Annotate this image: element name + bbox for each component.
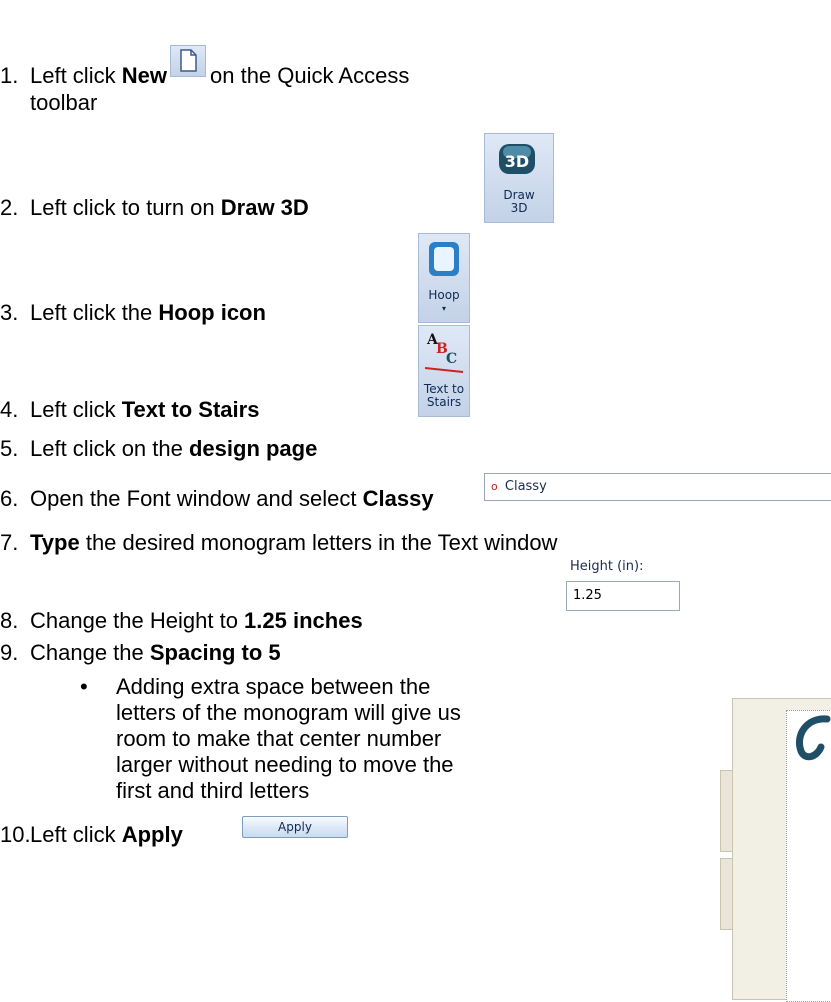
step-9-text: Change the Spacing to 5 [30, 640, 281, 665]
hoop-label: Hoop [428, 288, 460, 302]
step-6-text: Open the Font window and select Classy [30, 486, 434, 511]
height-input[interactable]: 1.25 [566, 581, 680, 611]
step-1-continuation: toolbar [30, 90, 98, 115]
step-number: 7. [0, 530, 19, 555]
bullet-line: first and third letters [116, 778, 310, 803]
step-number: 9. [0, 640, 19, 665]
step-8-text: Change the Height to 1.25 inches [30, 608, 363, 633]
chevron-down-icon: ▾ [441, 304, 446, 313]
svg-text:C: C [446, 351, 457, 367]
step-1-text-post: on the Quick Access [210, 63, 410, 88]
bullet-line: larger without needing to move the [116, 752, 454, 777]
step-number: 3. [0, 300, 19, 325]
step-5-text: Left click on the design page [30, 436, 318, 461]
design-page-canvas[interactable] [786, 710, 831, 1002]
step-number: 2. [0, 195, 19, 220]
step-3-text: Left click the Hoop icon [30, 300, 266, 325]
text-to-stairs-button[interactable]: A B C Text to Stairs [418, 325, 470, 417]
step-number: 5. [0, 436, 19, 461]
step-1-text: Left click New [30, 63, 167, 88]
step-number: 10. [0, 822, 31, 847]
height-value: 1.25 [573, 588, 602, 603]
step-number: 8. [0, 608, 19, 633]
font-select-field[interactable]: o Classy [484, 473, 831, 501]
draw-3d-icon: 3D [499, 144, 535, 174]
text-to-stairs-icon: A B C [424, 332, 464, 373]
font-list-bullet-icon: o [491, 480, 498, 493]
monogram-letter-preview [796, 715, 831, 761]
bullet-line: room to make that center number [116, 726, 442, 751]
svg-text:3D: 3D [505, 152, 529, 171]
new-document-icon[interactable] [170, 45, 206, 77]
step-number: 1. [0, 63, 19, 88]
bullet-line: Adding extra space between the [116, 674, 431, 699]
hoop-button[interactable]: Hoop ▾ [418, 233, 470, 323]
bullet-line: letters of the monogram will give us [116, 700, 461, 725]
apply-button[interactable]: Apply [242, 816, 348, 838]
step-2-text: Left click to turn on Draw 3D [30, 195, 309, 220]
step-number: 6. [0, 486, 19, 511]
font-value: Classy [504, 479, 547, 494]
bullet-dot: • [80, 674, 88, 699]
text-to-stairs-label-2: Stairs [426, 395, 462, 409]
step-10-text: Left click Apply [30, 822, 183, 847]
hoop-icon [429, 242, 459, 276]
draw-3d-label-2: 3D [510, 201, 528, 215]
step-number: 4. [0, 397, 19, 422]
draw-3d-button[interactable]: 3D Draw 3D [484, 133, 554, 223]
height-label: Height (in): [570, 559, 644, 574]
step-4-text: Left click Text to Stairs [30, 397, 260, 422]
step-7-text: Type the desired monogram letters in the… [30, 530, 558, 555]
